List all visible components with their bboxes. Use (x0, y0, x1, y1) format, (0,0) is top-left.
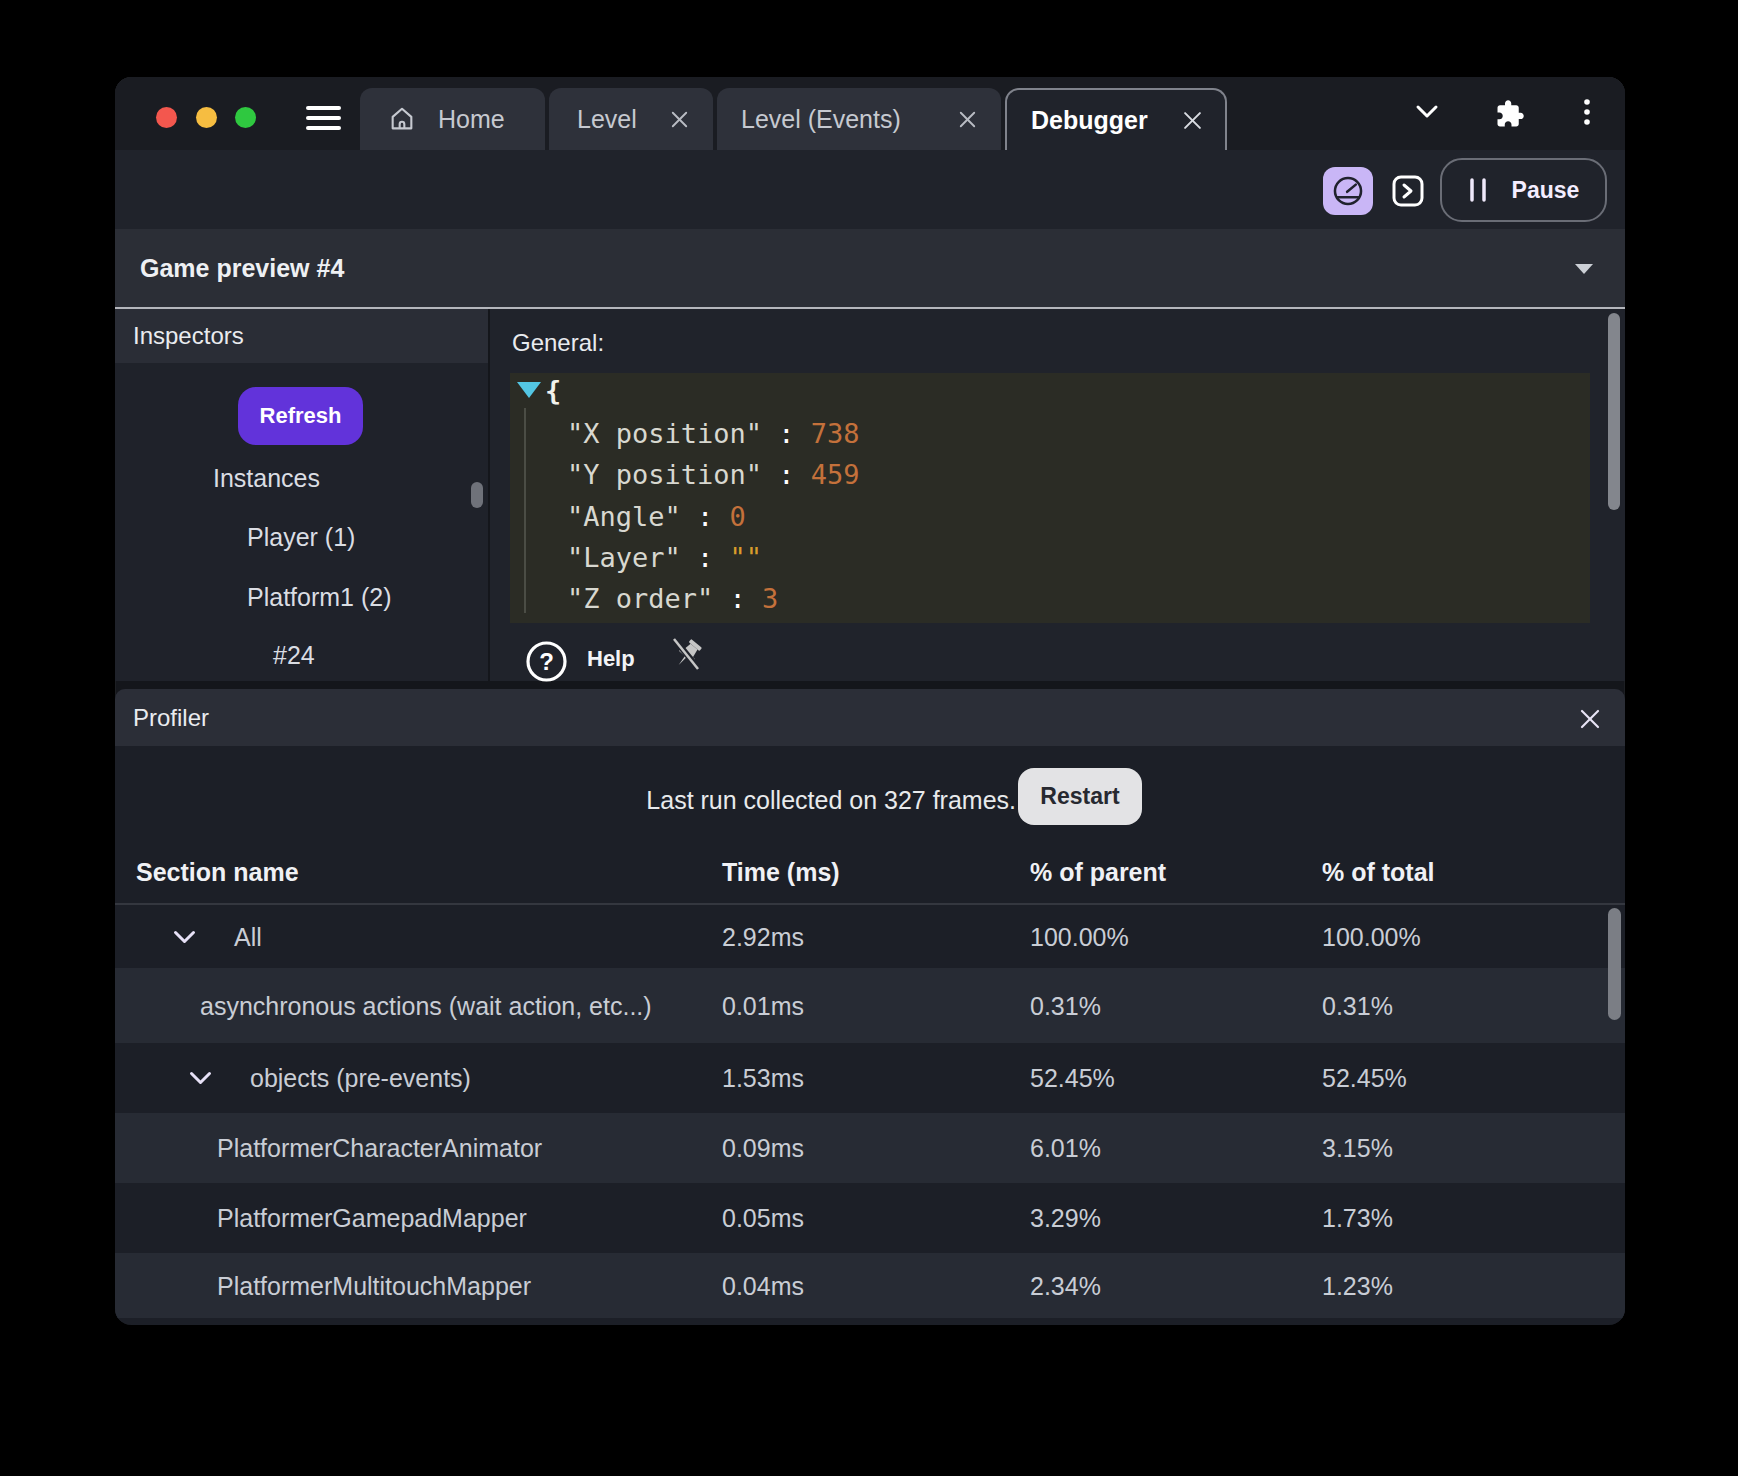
column-header-section: Section name (136, 858, 299, 887)
tab-label: Level (577, 105, 637, 134)
profiler-header (115, 689, 1625, 746)
collapse-caret-icon[interactable] (1575, 264, 1593, 274)
help-label[interactable]: Help (587, 646, 635, 672)
code-line: "Angle" : 0 (567, 501, 746, 532)
tree-item-platform1[interactable]: Platform1 (2) (247, 583, 391, 612)
close-tab-icon[interactable] (670, 110, 689, 129)
table-row[interactable]: PlatformerMultitouchMapper 0.04ms 2.34% … (115, 1253, 1625, 1318)
code-line: "Layer" : "" (567, 542, 762, 573)
general-scrollbar[interactable] (1608, 313, 1620, 510)
profiler-title: Profiler (133, 689, 209, 746)
close-tab-icon[interactable] (958, 110, 977, 129)
game-preview-title: Game preview #4 (140, 229, 344, 307)
tab-label: Level (Events) (741, 105, 901, 134)
menu-icon[interactable] (306, 106, 341, 130)
tree-item-24[interactable]: #24 (273, 641, 315, 670)
column-header-time: Time (ms) (722, 858, 840, 887)
inspectors-scrollbar[interactable] (471, 482, 483, 508)
refresh-button[interactable]: Refresh (238, 387, 363, 445)
tab-debugger[interactable]: Debugger (1005, 88, 1227, 150)
column-header-total: % of total (1322, 858, 1435, 887)
column-header-parent: % of parent (1030, 858, 1166, 887)
tab-label: Debugger (1031, 106, 1148, 135)
tab-label: Home (438, 105, 505, 134)
extensions-icon[interactable] (1495, 99, 1525, 129)
table-row[interactable]: PlatformerCharacterAnimator 0.09ms 6.01%… (115, 1113, 1625, 1183)
collapse-row-icon[interactable] (188, 1071, 213, 1086)
open-brace: { (545, 375, 561, 406)
tree-item-instances[interactable]: Instances (213, 464, 320, 493)
table-row[interactable]: PlatformerGamepadMapper 0.05ms 3.29% 1.7… (115, 1183, 1625, 1253)
inspectors-title: Inspectors (133, 309, 244, 363)
tab-level-events[interactable]: Level (Events) (717, 88, 1001, 150)
expander-triangle-icon[interactable] (517, 382, 541, 398)
more-options-icon[interactable] (1581, 98, 1593, 128)
profiler-scrollbar[interactable] (1608, 908, 1621, 1020)
table-row[interactable]: asynchronous actions (wait action, etc..… (115, 968, 1625, 1043)
collapse-row-icon[interactable] (172, 929, 197, 944)
code-line: "Z order" : 3 (567, 583, 778, 614)
close-profiler-icon[interactable] (1579, 708, 1601, 730)
pause-button[interactable]: Pause (1440, 158, 1607, 222)
code-line: "Y position" : 459 (567, 459, 860, 490)
restart-button[interactable]: Restart (1018, 768, 1142, 825)
debugger-window: Home Level Level (Events) Debugger Pause… (115, 77, 1625, 1325)
pause-icon (1468, 178, 1488, 202)
minimize-window-button[interactable] (196, 107, 217, 128)
profiler-status-text: Last run collected on 327 frames. (646, 786, 1016, 815)
general-title: General: (512, 329, 604, 357)
unpin-icon[interactable] (667, 635, 707, 675)
close-tab-icon[interactable] (1182, 110, 1203, 131)
home-icon (388, 105, 416, 133)
close-window-button[interactable] (156, 107, 177, 128)
tree-item-player[interactable]: Player (1) (247, 523, 355, 552)
indent-guide (524, 408, 526, 613)
tab-home[interactable]: Home (360, 88, 545, 150)
table-row[interactable]: All 2.92ms 100.00% 100.00% (115, 905, 1625, 968)
code-line: "X position" : 738 (567, 418, 860, 449)
table-row[interactable]: objects (pre-events) 1.53ms 52.45% 52.45… (115, 1043, 1625, 1113)
gauge-icon (1331, 174, 1365, 208)
zoom-window-button[interactable] (235, 107, 256, 128)
pause-label: Pause (1512, 177, 1580, 204)
console-icon[interactable] (1392, 175, 1424, 207)
tab-level[interactable]: Level (549, 88, 713, 150)
chevron-down-icon[interactable] (1415, 104, 1439, 119)
profiler-toggle-button[interactable] (1323, 167, 1373, 215)
svg-text:?: ? (539, 648, 554, 675)
help-icon[interactable]: ? (525, 640, 568, 683)
